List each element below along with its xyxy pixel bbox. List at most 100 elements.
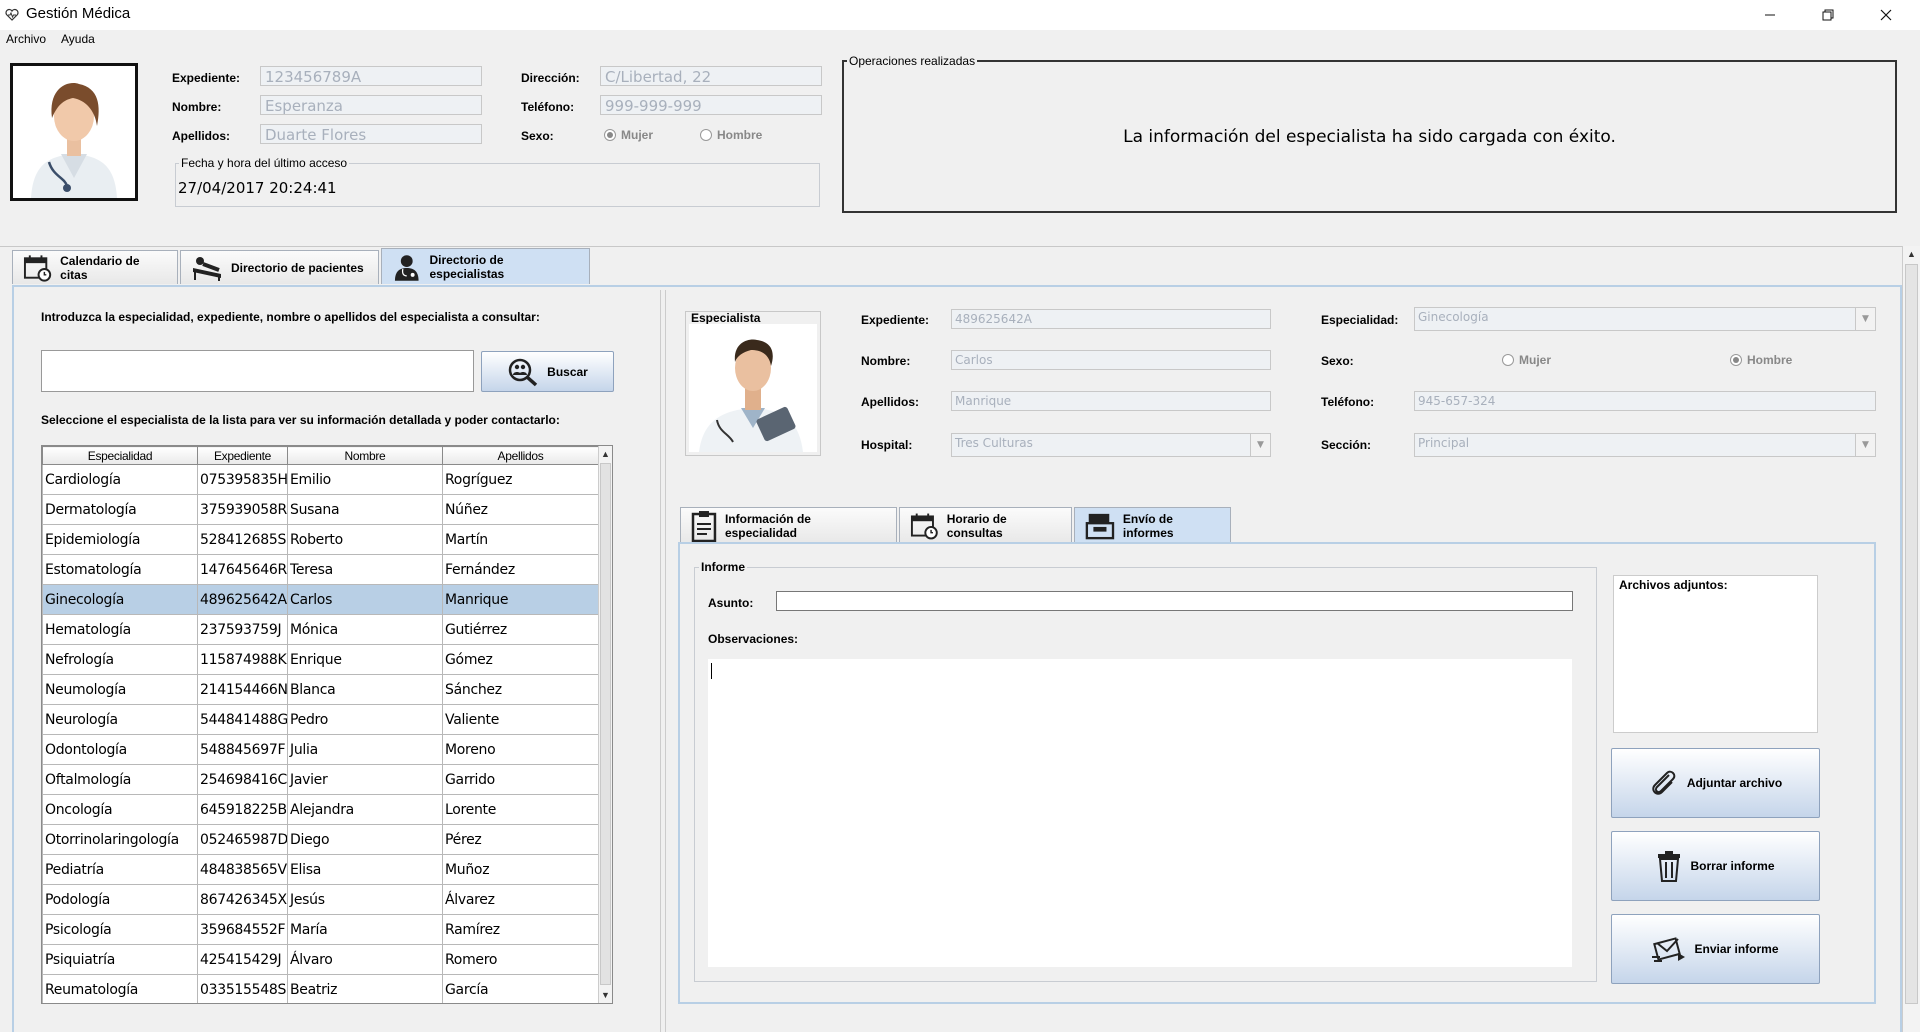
user-hombre-radio[interactable]: Hombre	[700, 128, 762, 142]
user-nombre-field[interactable]: Esperanza	[260, 95, 482, 115]
cell-nombre[interactable]: Carlos	[287, 584, 443, 615]
cell-especialidad[interactable]: Odontología	[42, 734, 198, 765]
window-scrollbar[interactable]: ▲	[1902, 246, 1920, 1032]
cell-apellidos[interactable]: Núñez	[442, 494, 599, 525]
column-header-expediente[interactable]: Expediente	[197, 446, 288, 465]
chevron-down-icon[interactable]: ▼	[1250, 434, 1270, 456]
cell-nombre[interactable]: Julia	[287, 734, 443, 765]
user-apellidos-field[interactable]: Duarte Flores	[260, 124, 482, 144]
cell-nombre[interactable]: María	[287, 914, 443, 945]
cell-apellidos[interactable]: Muñoz	[442, 854, 599, 885]
tab-directorio-de-pacientes[interactable]: Directorio de pacientes	[180, 250, 379, 284]
cell-nombre[interactable]: Roberto	[287, 524, 443, 555]
cell-expediente[interactable]: 548845697F	[197, 734, 288, 765]
cell-expediente[interactable]: 645918225B	[197, 794, 288, 825]
user-expediente-field[interactable]: 123456789A	[260, 66, 482, 86]
restore-button[interactable]	[1799, 0, 1857, 30]
chevron-down-icon[interactable]: ▼	[1855, 308, 1875, 330]
cell-nombre[interactable]: Enrique	[287, 644, 443, 675]
table-row[interactable]: Odontología 548845697F Julia Moreno	[42, 734, 599, 765]
cell-especialidad[interactable]: Podología	[42, 884, 198, 915]
observaciones-textarea[interactable]	[708, 659, 1572, 967]
cell-apellidos[interactable]: Gutiérrez	[442, 614, 599, 645]
cell-nombre[interactable]: Diego	[287, 824, 443, 855]
menu-archivo[interactable]: Archivo	[6, 32, 46, 46]
cell-especialidad[interactable]: Hematología	[42, 614, 198, 645]
cell-apellidos[interactable]: Fernández	[442, 554, 599, 585]
attachments-list[interactable]: Archivos adjuntos:	[1613, 575, 1818, 733]
cell-expediente[interactable]: 052465987D	[197, 824, 288, 855]
search-button[interactable]: Buscar	[481, 351, 614, 392]
tab-informacion-de-especialidad[interactable]: Información de especialidad	[680, 507, 897, 543]
chevron-down-icon[interactable]: ▼	[1855, 434, 1875, 456]
table-scrollbar[interactable]: ▲ ▼	[598, 446, 612, 1003]
cell-especialidad[interactable]: Ginecología	[42, 584, 198, 615]
cell-nombre[interactable]: Blanca	[287, 674, 443, 705]
table-row[interactable]: Pediatría 484838565V Elisa Muñoz	[42, 854, 599, 885]
cell-expediente[interactable]: 484838565V	[197, 854, 288, 885]
table-row[interactable]: Nefrología 115874988K Enrique Gómez	[42, 644, 599, 675]
cell-nombre[interactable]: Javier	[287, 764, 443, 795]
cell-expediente[interactable]: 375939058R	[197, 494, 288, 525]
cell-expediente[interactable]: 214154466N	[197, 674, 288, 705]
cell-especialidad[interactable]: Neumología	[42, 674, 198, 705]
cell-nombre[interactable]: Jesús	[287, 884, 443, 915]
spec-hombre-radio[interactable]: Hombre	[1730, 353, 1792, 367]
table-row[interactable]: Reumatología 033515548S Beatriz García	[42, 974, 599, 1003]
table-row[interactable]: Psiquiatría 425415429J Álvaro Romero	[42, 944, 599, 975]
table-row[interactable]: Hematología 237593759J Mónica Gutiérrez	[42, 614, 599, 645]
column-header-apellidos[interactable]: Apellidos	[442, 446, 599, 465]
tab-envio-de-informes[interactable]: Envío de informes	[1074, 507, 1231, 543]
cell-especialidad[interactable]: Oncología	[42, 794, 198, 825]
cell-nombre[interactable]: Elisa	[287, 854, 443, 885]
cell-especialidad[interactable]: Estomatología	[42, 554, 198, 585]
column-header-nombre[interactable]: Nombre	[287, 446, 443, 465]
cell-expediente[interactable]: 489625642A	[197, 584, 288, 615]
delete-report-button[interactable]: Borrar informe	[1611, 831, 1820, 901]
cell-especialidad[interactable]: Reumatología	[42, 974, 198, 1003]
search-input[interactable]	[41, 350, 474, 392]
cell-expediente[interactable]: 528412685S	[197, 524, 288, 555]
cell-especialidad[interactable]: Otorrinolaringología	[42, 824, 198, 855]
table-row[interactable]: Neumología 214154466N Blanca Sánchez	[42, 674, 599, 705]
cell-apellidos[interactable]: Ramírez	[442, 914, 599, 945]
cell-especialidad[interactable]: Oftalmología	[42, 764, 198, 795]
asunto-input[interactable]	[776, 591, 1573, 611]
scroll-thumb[interactable]	[600, 463, 611, 985]
spec-mujer-radio[interactable]: Mujer	[1502, 353, 1551, 367]
user-direccion-field[interactable]: C/Libertad, 22	[600, 66, 822, 86]
spec-nombre-field[interactable]: Carlos	[951, 350, 1271, 370]
table-row[interactable]: Oncología 645918225B Alejandra Lorente	[42, 794, 599, 825]
cell-nombre[interactable]: Beatriz	[287, 974, 443, 1003]
cell-apellidos[interactable]: Lorente	[442, 794, 599, 825]
table-row[interactable]: Otorrinolaringología 052465987D Diego Pérez	[42, 824, 599, 855]
cell-expediente[interactable]: 867426345X	[197, 884, 288, 915]
table-row[interactable]: Epidemiología 528412685S Roberto Martín	[42, 524, 599, 555]
table-row[interactable]: Estomatología 147645646R Teresa Fernández	[42, 554, 599, 585]
close-button[interactable]	[1857, 0, 1915, 30]
column-header-especialidad[interactable]: Especialidad	[42, 446, 198, 465]
cell-expediente[interactable]: 425415429J	[197, 944, 288, 975]
spec-especialidad-select[interactable]: Ginecología ▼	[1414, 307, 1876, 331]
cell-expediente[interactable]: 075395835H	[197, 464, 288, 495]
table-row[interactable]: Psicología 359684552F María Ramírez	[42, 914, 599, 945]
minimize-button[interactable]	[1741, 0, 1799, 30]
cell-especialidad[interactable]: Pediatría	[42, 854, 198, 885]
cell-expediente[interactable]: 033515548S	[197, 974, 288, 1003]
tab-directorio-de-especialistas[interactable]: Directorio de especialistas	[381, 248, 590, 284]
spec-seccion-select[interactable]: Principal ▼	[1414, 433, 1876, 457]
table-row[interactable]: Dermatología 375939058R Susana Núñez	[42, 494, 599, 525]
window-scroll-thumb[interactable]	[1905, 264, 1918, 1004]
send-report-button[interactable]: Enviar informe	[1611, 914, 1820, 984]
table-row[interactable]: Ginecología 489625642A Carlos Manrique	[42, 584, 599, 615]
cell-apellidos[interactable]: Moreno	[442, 734, 599, 765]
table-row[interactable]: Oftalmología 254698416C Javier Garrido	[42, 764, 599, 795]
cell-especialidad[interactable]: Psiquiatría	[42, 944, 198, 975]
cell-nombre[interactable]: Alejandra	[287, 794, 443, 825]
attach-file-button[interactable]: Adjuntar archivo	[1611, 748, 1820, 818]
menu-ayuda[interactable]: Ayuda	[61, 32, 95, 46]
cell-expediente[interactable]: 237593759J	[197, 614, 288, 645]
tab-horario-de-consultas[interactable]: Horario de consultas	[899, 507, 1072, 543]
cell-especialidad[interactable]: Dermatología	[42, 494, 198, 525]
scroll-down-icon[interactable]: ▼	[599, 987, 612, 1003]
